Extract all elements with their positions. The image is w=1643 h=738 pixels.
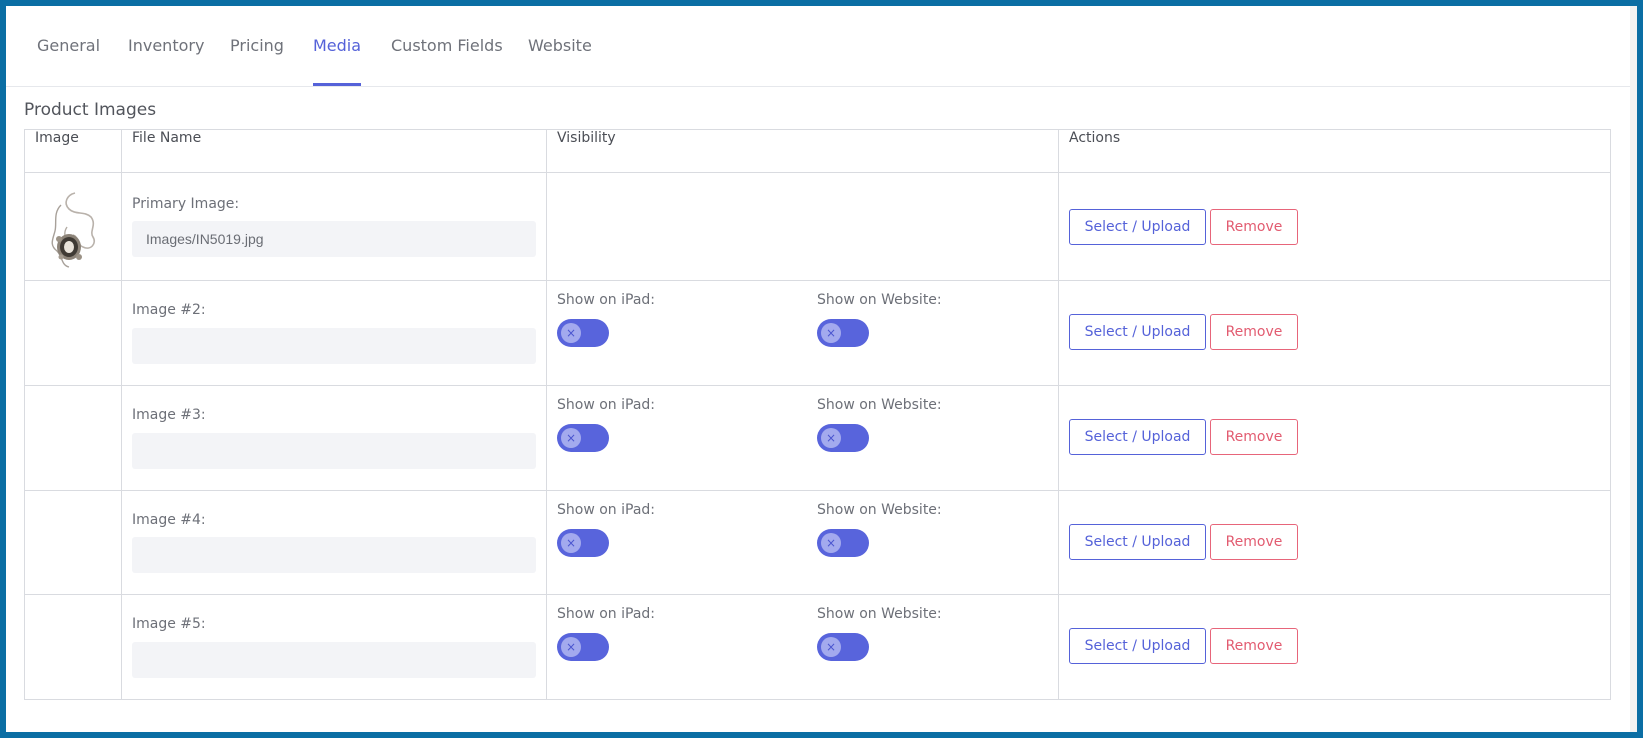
file-name-cell: Image #2: bbox=[121, 280, 547, 386]
show-on-ipad-toggle[interactable]: × bbox=[557, 424, 609, 452]
file-name-label: Image #3: bbox=[132, 407, 206, 423]
file-name-label: Image #2: bbox=[132, 302, 206, 318]
show-on-website-label: Show on Website: bbox=[817, 606, 942, 622]
column-header-actions: Actions bbox=[1058, 129, 1611, 173]
visibility-cell: Show on iPad: × Show on Website: × bbox=[546, 385, 1059, 491]
visibility-cell bbox=[546, 172, 1059, 281]
tab-media[interactable]: Media bbox=[313, 36, 362, 86]
remove-button[interactable]: Remove bbox=[1210, 524, 1298, 560]
show-on-website-label: Show on Website: bbox=[817, 292, 942, 308]
file-name-input[interactable] bbox=[132, 642, 536, 678]
tab-general[interactable]: General bbox=[37, 36, 100, 86]
file-name-cell: Image #4: bbox=[121, 490, 547, 595]
show-on-ipad-toggle[interactable]: × bbox=[557, 319, 609, 347]
table-row: Primary Image: Images/IN5019.jpg Select … bbox=[24, 172, 1611, 281]
image-cell bbox=[24, 280, 122, 386]
close-icon: × bbox=[821, 637, 841, 657]
table-header-row: Image File Name Visibility Actions bbox=[24, 129, 1611, 173]
product-editor-panel: General Inventory Pricing Media Custom F… bbox=[6, 6, 1637, 732]
close-icon: × bbox=[821, 533, 841, 553]
file-name-cell: Image #3: bbox=[121, 385, 547, 491]
show-on-ipad-toggle[interactable]: × bbox=[557, 529, 609, 557]
column-header-file-name: File Name bbox=[121, 129, 547, 173]
file-name-input[interactable] bbox=[132, 433, 536, 469]
actions-cell: Select / Upload Remove bbox=[1058, 172, 1611, 281]
select-upload-button[interactable]: Select / Upload bbox=[1069, 314, 1206, 350]
close-icon: × bbox=[561, 428, 581, 448]
show-on-ipad-label: Show on iPad: bbox=[557, 606, 655, 622]
tab-pricing[interactable]: Pricing bbox=[230, 36, 284, 86]
show-on-ipad-toggle[interactable]: × bbox=[557, 633, 609, 661]
file-name-input[interactable]: Images/IN5019.jpg bbox=[132, 221, 536, 257]
close-icon: × bbox=[561, 533, 581, 553]
column-header-visibility: Visibility bbox=[546, 129, 1059, 173]
actions-cell: Select / Upload Remove bbox=[1058, 490, 1611, 595]
table-row: Image #4: Show on iPad: × Show on Websit… bbox=[24, 490, 1611, 595]
tab-website[interactable]: Website bbox=[528, 36, 592, 86]
visibility-cell: Show on iPad: × Show on Website: × bbox=[546, 280, 1059, 386]
product-thumbnail bbox=[51, 192, 96, 268]
file-name-label: Image #5: bbox=[132, 616, 206, 632]
show-on-ipad-label: Show on iPad: bbox=[557, 502, 655, 518]
show-on-website-toggle[interactable]: × bbox=[817, 529, 869, 557]
tab-inventory[interactable]: Inventory bbox=[128, 36, 204, 86]
tab-bar: General Inventory Pricing Media Custom F… bbox=[6, 6, 1630, 87]
table-row: Image #3: Show on iPad: × Show on Websit… bbox=[24, 385, 1611, 491]
section-title: Product Images bbox=[24, 100, 157, 120]
table-row: Image #2: Show on iPad: × Show on Websit… bbox=[24, 280, 1611, 386]
file-name-input[interactable] bbox=[132, 537, 536, 573]
image-cell bbox=[24, 594, 122, 700]
select-upload-button[interactable]: Select / Upload bbox=[1069, 209, 1206, 245]
show-on-website-label: Show on Website: bbox=[817, 397, 942, 413]
image-cell bbox=[24, 490, 122, 595]
actions-cell: Select / Upload Remove bbox=[1058, 280, 1611, 386]
product-images-table: Image File Name Visibility Actions Prima… bbox=[24, 129, 1611, 700]
select-upload-button[interactable]: Select / Upload bbox=[1069, 524, 1206, 560]
file-name-label: Image #4: bbox=[132, 512, 206, 528]
close-icon: × bbox=[821, 428, 841, 448]
visibility-cell: Show on iPad: × Show on Website: × bbox=[546, 490, 1059, 595]
file-name-label: Primary Image: bbox=[132, 196, 240, 212]
actions-cell: Select / Upload Remove bbox=[1058, 594, 1611, 700]
table-row: Image #5: Show on iPad: × Show on Websit… bbox=[24, 594, 1611, 700]
image-cell bbox=[24, 172, 122, 281]
image-cell bbox=[24, 385, 122, 491]
show-on-ipad-label: Show on iPad: bbox=[557, 292, 655, 308]
show-on-website-toggle[interactable]: × bbox=[817, 424, 869, 452]
remove-button[interactable]: Remove bbox=[1210, 628, 1298, 664]
tab-custom-fields[interactable]: Custom Fields bbox=[391, 36, 503, 86]
vertical-scrollbar[interactable] bbox=[1630, 6, 1637, 732]
show-on-website-label: Show on Website: bbox=[817, 502, 942, 518]
visibility-cell: Show on iPad: × Show on Website: × bbox=[546, 594, 1059, 700]
file-name-cell: Primary Image: Images/IN5019.jpg bbox=[121, 172, 547, 281]
select-upload-button[interactable]: Select / Upload bbox=[1069, 628, 1206, 664]
close-icon: × bbox=[561, 637, 581, 657]
file-name-input[interactable] bbox=[132, 328, 536, 364]
remove-button[interactable]: Remove bbox=[1210, 209, 1298, 245]
show-on-website-toggle[interactable]: × bbox=[817, 319, 869, 347]
column-header-image: Image bbox=[24, 129, 122, 173]
remove-button[interactable]: Remove bbox=[1210, 419, 1298, 455]
select-upload-button[interactable]: Select / Upload bbox=[1069, 419, 1206, 455]
remove-button[interactable]: Remove bbox=[1210, 314, 1298, 350]
close-icon: × bbox=[561, 323, 581, 343]
actions-cell: Select / Upload Remove bbox=[1058, 385, 1611, 491]
close-icon: × bbox=[821, 323, 841, 343]
show-on-website-toggle[interactable]: × bbox=[817, 633, 869, 661]
file-name-cell: Image #5: bbox=[121, 594, 547, 700]
show-on-ipad-label: Show on iPad: bbox=[557, 397, 655, 413]
